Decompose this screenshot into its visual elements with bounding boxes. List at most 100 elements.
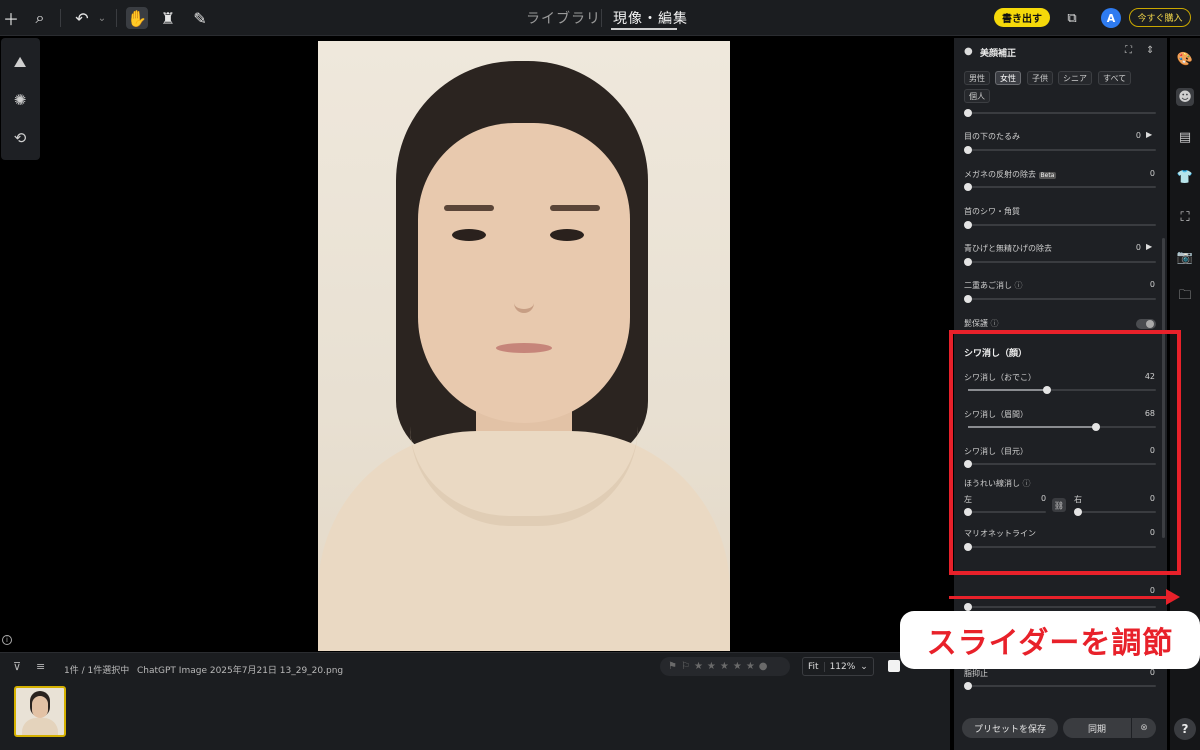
slider-knob[interactable]	[964, 109, 972, 117]
star-icon[interactable]: ★	[720, 661, 729, 672]
highlight-box	[949, 330, 1181, 575]
chip-female[interactable]: 女性	[995, 71, 1021, 85]
slider-knob[interactable]	[964, 603, 972, 611]
sort-icon[interactable]: ≡	[36, 660, 45, 673]
help-icon[interactable]: ?	[1174, 718, 1196, 740]
sync-options-icon[interactable]: ⊗	[1132, 718, 1156, 738]
star-icon[interactable]: ★	[733, 661, 742, 672]
photo-right-eye	[550, 229, 584, 241]
slider-track[interactable]	[964, 221, 1156, 229]
compare-view-icon[interactable]	[888, 660, 900, 672]
slider-value[interactable]: 0	[1150, 668, 1155, 677]
export-queue-icon[interactable]: ⧉	[1061, 7, 1083, 29]
search-icon[interactable]: ⌕	[29, 7, 51, 29]
expand-arrow-icon[interactable]: ▶	[1146, 130, 1152, 139]
slider-track[interactable]	[964, 295, 1156, 303]
slider-track[interactable]	[964, 146, 1156, 154]
gradient-icon[interactable]: ▤	[1176, 128, 1194, 146]
slider-value[interactable]: 0	[1150, 280, 1155, 289]
chip-child[interactable]: 子供	[1027, 71, 1053, 85]
slider-value[interactable]: 0	[1150, 169, 1155, 178]
help-icon[interactable]: ⓘ	[991, 319, 999, 328]
crop-icon[interactable]: ⛶	[1176, 208, 1194, 226]
expand-collapse-icon[interactable]: ⇕	[1146, 45, 1154, 56]
help-icon[interactable]: ⓘ	[1015, 281, 1023, 290]
annotation-arrow-head	[1166, 589, 1180, 605]
star-icon[interactable]: ★	[707, 661, 716, 672]
slider-label: 脂抑止	[964, 669, 988, 678]
face-detect-icon[interactable]: ⛶	[1125, 45, 1132, 56]
hand-tool-icon[interactable]: ✋	[126, 7, 148, 29]
photo-mouth	[496, 343, 552, 353]
photo-nose	[514, 251, 534, 313]
tab-library[interactable]: ライブラリ	[526, 8, 601, 28]
toggle-label: 髭保護 ⓘ	[964, 319, 999, 328]
export-button[interactable]: 書き出す	[994, 8, 1050, 27]
chip-senior[interactable]: シニア	[1058, 71, 1092, 85]
sun-adjust-icon[interactable]: ✺	[10, 90, 30, 110]
undo-icon[interactable]: ↶	[71, 7, 93, 29]
folder-settings-icon[interactable]: 🗀	[1176, 288, 1194, 306]
slider-track[interactable]	[964, 603, 1156, 611]
slider-value[interactable]: 0	[1150, 586, 1155, 595]
chip-male[interactable]: 男性	[964, 71, 990, 85]
slider-track[interactable]	[964, 183, 1156, 191]
history-icon[interactable]: ⟲	[10, 128, 30, 148]
slider-track[interactable]	[964, 109, 1156, 117]
slider-track[interactable]	[964, 258, 1156, 266]
save-preset-button[interactable]: プリセットを保存	[962, 718, 1058, 738]
slider-knob[interactable]	[964, 146, 972, 154]
thumbnail-face	[32, 696, 48, 718]
ai-landscape-icon[interactable]: ⛰	[10, 52, 30, 72]
filter-icon[interactable]: ⊽	[13, 660, 21, 673]
slider-knob[interactable]	[964, 295, 972, 303]
photo-right-brow	[550, 205, 600, 211]
toolbar-divider	[60, 9, 61, 27]
photo-canvas[interactable]	[318, 41, 730, 651]
slider-label: 首のシワ・角質	[964, 207, 1020, 216]
chevron-down-icon[interactable]: ⌄	[860, 662, 868, 672]
slider-knob[interactable]	[964, 258, 972, 266]
slider-knob[interactable]	[964, 221, 972, 229]
camera-icon[interactable]: 📷	[1176, 248, 1194, 266]
slider-value[interactable]: 0	[1136, 243, 1141, 252]
chevron-down-icon[interactable]: ⌄	[91, 7, 113, 29]
slider-value[interactable]: 0	[1136, 131, 1141, 140]
palette-icon[interactable]: 🎨	[1176, 50, 1194, 68]
chip-individual[interactable]: 個人	[964, 89, 990, 103]
expand-arrow-icon[interactable]: ▶	[1146, 242, 1152, 251]
slider-label: メガネの反射の除去 Beta	[964, 170, 1057, 179]
filmstrip-thumbnail[interactable]	[14, 686, 66, 737]
info-icon[interactable]: i	[2, 635, 12, 645]
sync-button[interactable]: 同期	[1063, 718, 1131, 738]
brush-tool-icon[interactable]: ✎	[189, 7, 211, 29]
active-tab-indicator	[611, 28, 677, 30]
slider-knob[interactable]	[964, 183, 972, 191]
fit-button[interactable]: Fit	[803, 661, 825, 672]
zoom-control[interactable]: Fit 112% ⌄	[802, 657, 874, 676]
beard-protect-toggle[interactable]	[1136, 319, 1156, 329]
chip-all[interactable]: すべて	[1098, 71, 1132, 85]
shirt-icon[interactable]: 👕	[1176, 168, 1194, 186]
slider-track[interactable]	[964, 682, 1156, 690]
slider-knob[interactable]	[964, 682, 972, 690]
face-retouch-icon[interactable]: ☻	[1176, 88, 1194, 106]
flag-icon[interactable]: ⚑	[668, 661, 677, 672]
slider-label: 目の下のたるみ	[964, 132, 1020, 141]
star-icon[interactable]: ★	[746, 661, 755, 672]
reject-flag-icon[interactable]: ⚐	[681, 661, 690, 672]
tab-divider	[601, 9, 602, 27]
buy-now-button[interactable]: 今すぐ購入	[1129, 8, 1191, 27]
add-icon[interactable]: ＋	[0, 7, 22, 29]
filename-label: ChatGPT Image 2025年7月21日 13_29_20.png	[137, 666, 344, 676]
star-icon[interactable]: ★	[694, 661, 703, 672]
stamp-tool-icon[interactable]: ♜	[157, 7, 179, 29]
photo-left-eye	[452, 229, 486, 241]
tab-develop-edit[interactable]: 現像・編集	[613, 8, 688, 28]
avatar[interactable]: A	[1101, 8, 1121, 28]
rating-stars[interactable]: ⚑ ⚐ ★ ★ ★ ★ ★ ●	[660, 657, 790, 676]
slider-label: 二重あご消し ⓘ	[964, 281, 1023, 290]
photo-left-brow	[444, 205, 494, 211]
color-label-icon[interactable]: ●	[759, 661, 768, 672]
zoom-value[interactable]: 112%	[825, 662, 861, 672]
